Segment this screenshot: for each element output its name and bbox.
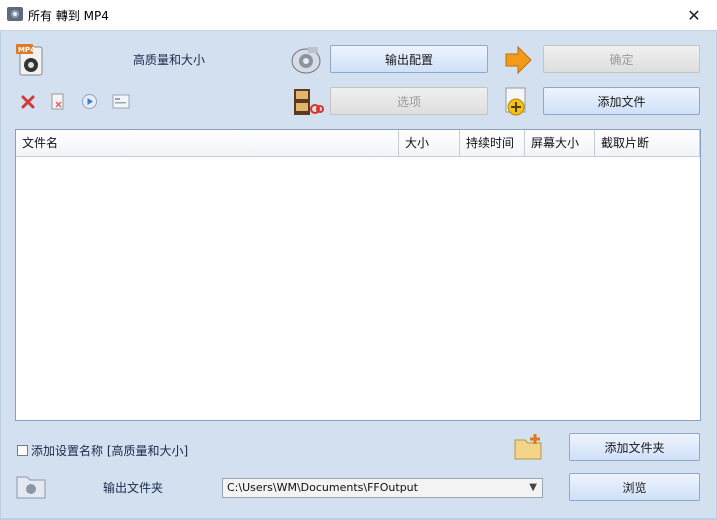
output-folder-label: 输出文件夹 <box>103 481 164 495</box>
mp4-film-icon: MP4 <box>16 44 43 76</box>
svg-text:MP4: MP4 <box>18 46 35 54</box>
clear-list-icon[interactable] <box>50 93 66 111</box>
ok-button[interactable]: 确定 <box>543 45 700 73</box>
orange-arrow-icon <box>505 45 532 75</box>
options-button[interactable]: 选项 <box>330 87 488 115</box>
close-button[interactable]: ✕ <box>671 0 717 30</box>
add-file-plus-icon <box>505 87 526 116</box>
file-list[interactable]: 文件名 大小 持续时间 屏幕大小 截取片断 <box>15 129 701 421</box>
column-header-size[interactable]: 大小 <box>399 130 460 156</box>
chevron-down-icon[interactable]: ▼ <box>529 479 537 497</box>
app-icon <box>7 7 23 21</box>
column-header-filename[interactable]: 文件名 <box>16 130 399 156</box>
dialog-body: MP4 高质量和大小 输出配置 确定 选项 添加文件 文件名 大小 持续时间 屏… <box>1 31 716 518</box>
film-scissors-icon <box>294 89 324 115</box>
output-config-button[interactable]: 输出配置 <box>330 45 488 73</box>
output-path-combo[interactable]: C:\Users\WM\Documents\FFOutput ▼ <box>222 478 543 498</box>
browse-button[interactable]: 浏览 <box>569 473 700 501</box>
speaker-settings-icon <box>291 47 321 74</box>
play-icon[interactable] <box>81 93 98 110</box>
window-title: 所有 轉到 MP4 <box>28 9 109 23</box>
file-list-header: 文件名 大小 持续时间 屏幕大小 截取片断 <box>16 130 700 157</box>
profile-label[interactable]: 高质量和大小 <box>133 51 205 68</box>
folder-plus-icon <box>514 434 542 460</box>
append-setting-label[interactable]: 添加设置名称 [高质量和大小] <box>31 442 188 459</box>
column-header-clip[interactable]: 截取片断 <box>595 130 700 156</box>
column-header-duration[interactable]: 持续时间 <box>460 130 525 156</box>
folder-icon <box>16 476 46 499</box>
append-setting-checkbox[interactable] <box>17 445 28 456</box>
add-folder-button[interactable]: 添加文件夹 <box>569 433 700 461</box>
red-x-icon[interactable] <box>20 94 36 110</box>
column-header-screen-size[interactable]: 屏幕大小 <box>525 130 595 156</box>
title-bar: 所有 轉到 MP4 ✕ <box>0 0 717 31</box>
media-info-icon[interactable] <box>112 94 130 109</box>
add-file-button[interactable]: 添加文件 <box>543 87 700 115</box>
output-path-value: C:\Users\WM\Documents\FFOutput <box>227 481 418 494</box>
